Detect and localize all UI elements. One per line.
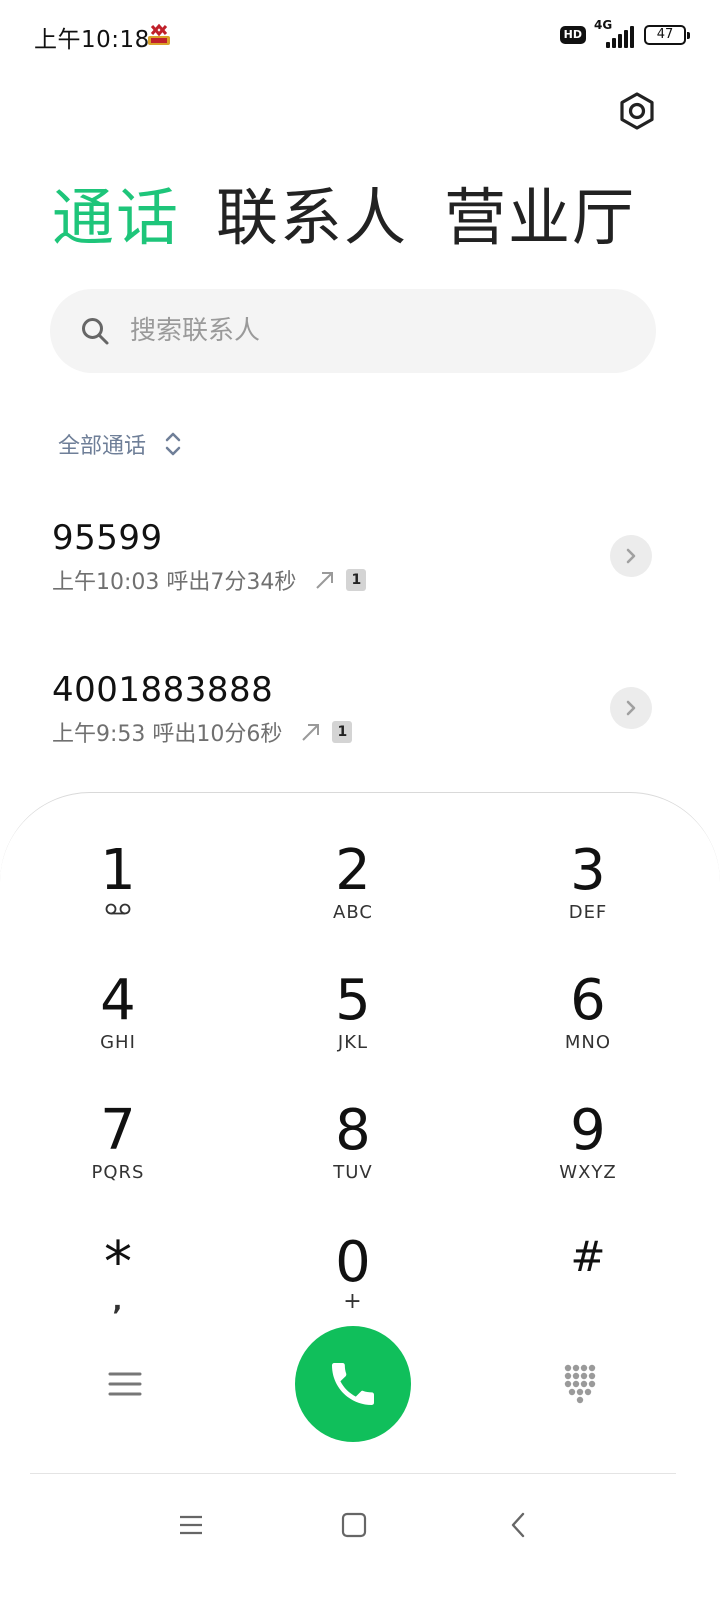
nav-back-button[interactable]: [498, 1505, 538, 1545]
status-bar: 上午10:18 HD 4G 47: [0, 0, 720, 70]
battery-level: 47: [656, 27, 674, 42]
key-digit: #: [570, 1232, 606, 1281]
dial-key-3[interactable]: 3 DEF: [508, 840, 668, 950]
outgoing-call-icon: [302, 724, 320, 741]
key-letters: +: [343, 1289, 363, 1314]
system-nav-bar: [0, 1490, 720, 1560]
outgoing-call-icon: [316, 572, 334, 589]
tab-service-hall[interactable]: 营业厅: [444, 178, 636, 258]
dial-key-4[interactable]: 4 GHI: [38, 970, 198, 1080]
search-bar[interactable]: [50, 289, 656, 373]
key-letters: GHI: [100, 1032, 136, 1053]
call-number: 4001883888: [52, 670, 274, 710]
dialpad-toggle-icon[interactable]: [560, 1362, 600, 1406]
dial-key-6[interactable]: 6 MNO: [508, 970, 668, 1080]
search-icon: [82, 318, 109, 345]
settings-icon: [620, 92, 654, 130]
key-digit: 6: [570, 968, 606, 1033]
key-digit: 9: [570, 1098, 606, 1163]
search-input[interactable]: [130, 311, 610, 351]
dial-key-1[interactable]: 1: [38, 840, 198, 950]
tab-calls[interactable]: 通话: [52, 178, 180, 258]
tab-contacts[interactable]: 联系人: [216, 178, 408, 258]
call-meta: 上午9:53 呼出10分6秒 1: [52, 716, 353, 748]
key-digit: 1: [100, 838, 136, 903]
dial-key-8[interactable]: 8 TUV: [273, 1100, 433, 1210]
key-letters: JKL: [337, 1032, 369, 1053]
key-digit: 7: [100, 1098, 136, 1163]
app-notification-icon: [148, 23, 170, 45]
status-time: 上午10:18: [34, 27, 150, 53]
chevron-right-icon: [626, 548, 636, 564]
key-letters: DEF: [568, 902, 608, 923]
key-letters: TUV: [333, 1162, 373, 1183]
call-detail: 呼出10分6秒: [152, 722, 283, 747]
sim-badge: 1: [346, 569, 367, 591]
key-letters: ,: [112, 1287, 124, 1317]
recents-menu-icon: [180, 1515, 202, 1535]
home-square-icon: [341, 1512, 367, 1538]
back-chevron-icon: [511, 1512, 525, 1538]
dialer-controls: [0, 1326, 720, 1446]
nav-home-button[interactable]: [334, 1505, 374, 1545]
battery-icon: 47: [644, 25, 690, 45]
key-digit: 4: [100, 968, 136, 1033]
key-digit: 2: [335, 838, 371, 903]
phone-icon: [332, 1363, 374, 1405]
dial-key-7[interactable]: 7 PQRS: [38, 1100, 198, 1210]
call-detail: 呼出7分34秒: [166, 570, 297, 595]
hd-badge: HD: [559, 26, 586, 44]
nav-recents-button[interactable]: [171, 1505, 211, 1545]
call-detail-button[interactable]: [610, 687, 652, 729]
dial-key-5[interactable]: 5 JKL: [273, 970, 433, 1080]
key-letters: WXYZ: [559, 1162, 617, 1183]
call-log-item[interactable]: 4001883888 上午9:53 呼出10分6秒 1: [52, 670, 662, 770]
key-letters: MNO: [564, 1032, 612, 1053]
settings-button[interactable]: [616, 90, 658, 132]
key-digit: 3: [570, 838, 606, 903]
call-number: 95599: [52, 518, 163, 558]
key-digit: 8: [335, 1098, 371, 1163]
voicemail-icon: [105, 903, 131, 915]
status-indicators: HD 4G 47: [559, 18, 690, 50]
menu-icon[interactable]: [105, 1364, 145, 1404]
call-button[interactable]: [295, 1326, 411, 1442]
dial-key-9[interactable]: 9 WXYZ: [508, 1100, 668, 1210]
sim-badge: 1: [332, 721, 353, 743]
call-time: 上午10:03: [52, 570, 160, 595]
call-log-item[interactable]: 95599 上午10:03 呼出7分34秒 1: [52, 518, 662, 618]
key-digit: 0: [335, 1230, 371, 1295]
chevron-up-down-icon: [165, 432, 181, 456]
dial-key-hash[interactable]: #: [508, 1226, 668, 1336]
nav-divider: [30, 1473, 676, 1474]
signal-icon: 4G: [594, 18, 636, 48]
call-meta: 上午10:03 呼出7分34秒 1: [52, 564, 367, 596]
call-time: 上午9:53: [52, 722, 146, 747]
chevron-right-icon: [626, 700, 636, 716]
call-filter-selector[interactable]: 全部通话: [58, 428, 182, 460]
call-detail-button[interactable]: [610, 535, 652, 577]
key-digit: *: [104, 1230, 132, 1295]
dial-key-2[interactable]: 2 ABC: [273, 840, 433, 950]
main-tabs: 通话 联系人 营业厅: [52, 178, 636, 258]
call-filter-label: 全部通话: [58, 434, 147, 459]
key-letters: PQRS: [91, 1162, 145, 1183]
key-letters: ABC: [333, 902, 373, 923]
key-digit: 5: [335, 968, 371, 1033]
